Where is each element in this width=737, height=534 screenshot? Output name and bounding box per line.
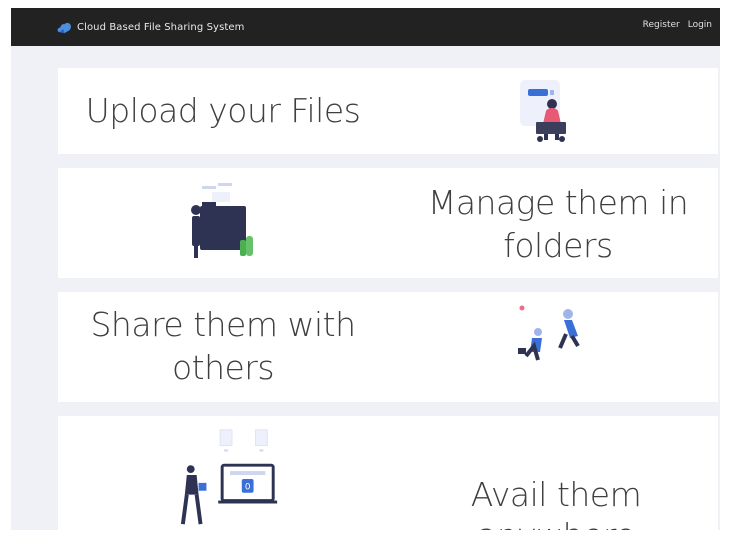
svg-text:0: 0 [245, 483, 251, 493]
top-navbar: Cloud Based File Sharing System Register… [11, 8, 720, 46]
brand-link[interactable]: Cloud Based File Sharing System [57, 19, 245, 35]
card-manage-line2: folders [503, 226, 613, 265]
card-share-line1: Share them with [90, 305, 356, 344]
people-sharing-illustration [518, 305, 580, 361]
card-upload-title: Upload your Files [85, 91, 361, 130]
card-avail-title: Avail them anywhere [470, 475, 642, 530]
person-with-monitor-illustration: 0 [180, 429, 278, 525]
register-link[interactable]: Register [643, 20, 680, 30]
login-link[interactable]: Login [688, 20, 712, 30]
person-with-laptop-illustration [520, 80, 566, 142]
card-upload: Upload your Files [58, 68, 718, 154]
card-share: Share them with others [58, 292, 718, 402]
card-manage: Manage them in folders [58, 168, 718, 278]
browser-viewport: Cloud Based File Sharing System Register… [11, 8, 720, 530]
card-share-line2: others [171, 348, 275, 387]
nav-links: Register Login [643, 20, 712, 30]
card-avail: 0 Avail them anywhere [58, 416, 718, 530]
brand-title: Cloud Based File Sharing System [77, 21, 245, 33]
cloud-logo-icon [57, 22, 71, 33]
person-with-folder-illustration [191, 183, 253, 258]
card-manage-line1: Manage them in [427, 183, 689, 222]
